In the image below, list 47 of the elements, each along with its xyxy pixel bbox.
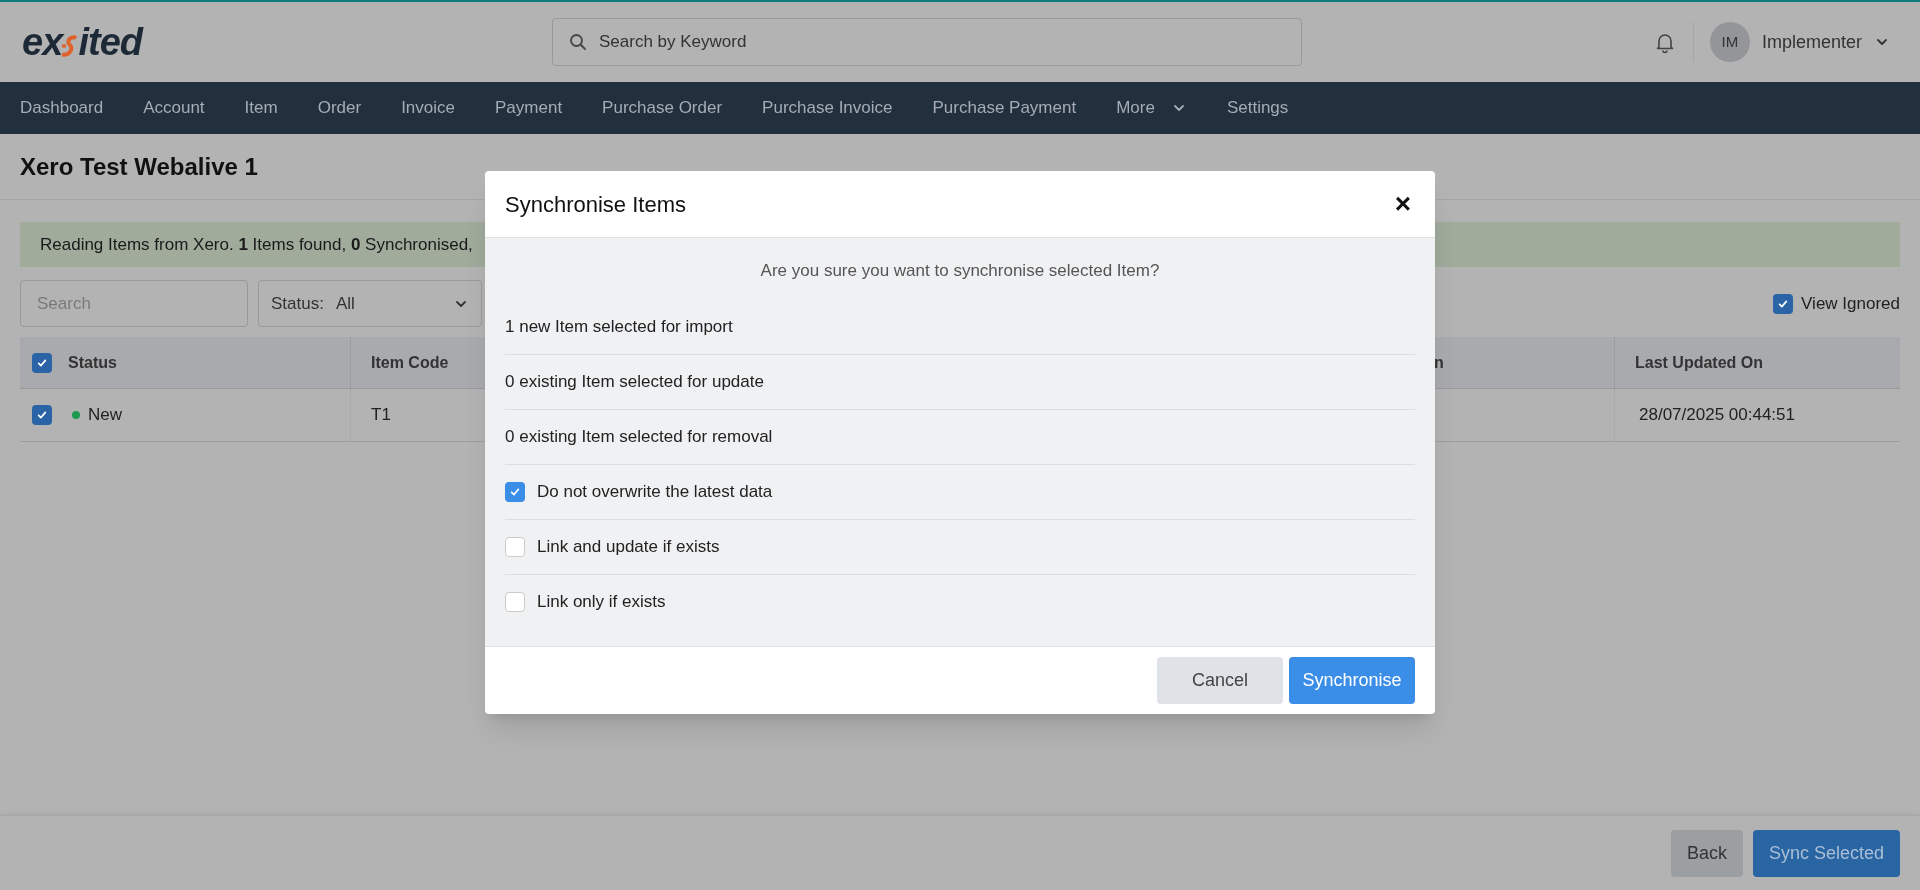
cancel-button[interactable]: Cancel (1157, 656, 1283, 704)
logo-text: ited (78, 23, 143, 61)
checkbox[interactable] (32, 405, 52, 425)
user-name[interactable]: Implementer (1761, 28, 1862, 56)
search-field[interactable]: Search by Keyword (552, 18, 1302, 66)
nav-item[interactable]: Settings (1226, 95, 1289, 121)
table-cell-text: T1 (371, 404, 391, 427)
checkbox-label[interactable]: Do not overwrite the latest data (537, 478, 773, 505)
nav-item[interactable]: Account (143, 95, 205, 121)
user-avatar[interactable]: IM (1709, 22, 1750, 62)
checkbox[interactable] (505, 481, 525, 502)
column-header[interactable]: Last Updated On (1635, 350, 1763, 375)
back-button[interactable]: Back (1670, 829, 1743, 877)
nav-item[interactable]: Order (317, 95, 362, 121)
page-title: Xero Test Webalive 1 (20, 151, 258, 182)
nav-item[interactable]: Purchase Payment (932, 95, 1077, 121)
column-header[interactable]: Status (68, 350, 117, 375)
logo-text: ex (22, 23, 63, 61)
status-dropdown[interactable]: Status: All (258, 280, 482, 327)
check-icon (36, 409, 48, 421)
search-field[interactable]: Search (20, 280, 248, 327)
checkbox-label[interactable]: Link and update if exists (537, 533, 720, 560)
nav-item[interactable]: Invoice (401, 95, 455, 121)
column-header[interactable]: Item Code (371, 350, 449, 375)
sync-selected-button[interactable]: Sync Selected (1752, 829, 1900, 877)
checkbox[interactable] (1773, 293, 1794, 314)
checkbox[interactable] (505, 592, 525, 612)
nav-item[interactable]: Dashboard (20, 95, 104, 121)
nav-item[interactable]: Payment (495, 95, 563, 121)
close-button[interactable]: × (1390, 190, 1415, 218)
checkbox-label[interactable]: Link only if exists (537, 589, 666, 615)
column-header[interactable]: n (1434, 350, 1444, 375)
dialog-title: Synchronise Items (505, 190, 686, 219)
search-icon (568, 32, 588, 52)
checkbox[interactable] (505, 536, 525, 557)
nav-item[interactable]: More (1116, 95, 1187, 121)
summary-text: 0 existing Item selected for removal (505, 425, 773, 448)
synchronise-button[interactable]: Synchronise (1289, 656, 1415, 704)
summary-text: 0 existing Item selected for update (505, 370, 764, 393)
checkbox[interactable] (32, 352, 52, 373)
checkbox-label[interactable]: View Ignored (1801, 290, 1900, 317)
nav-item[interactable]: Purchase Invoice (762, 95, 893, 121)
table-cell-text: 28/07/2025 00:44:51 (1639, 404, 1795, 427)
table-cell-text: New (88, 404, 122, 427)
summary-text: 1 new Item selected for import (505, 315, 733, 338)
nav-item[interactable]: Purchase Order (602, 95, 723, 121)
nav-item[interactable]: Item (244, 95, 278, 121)
